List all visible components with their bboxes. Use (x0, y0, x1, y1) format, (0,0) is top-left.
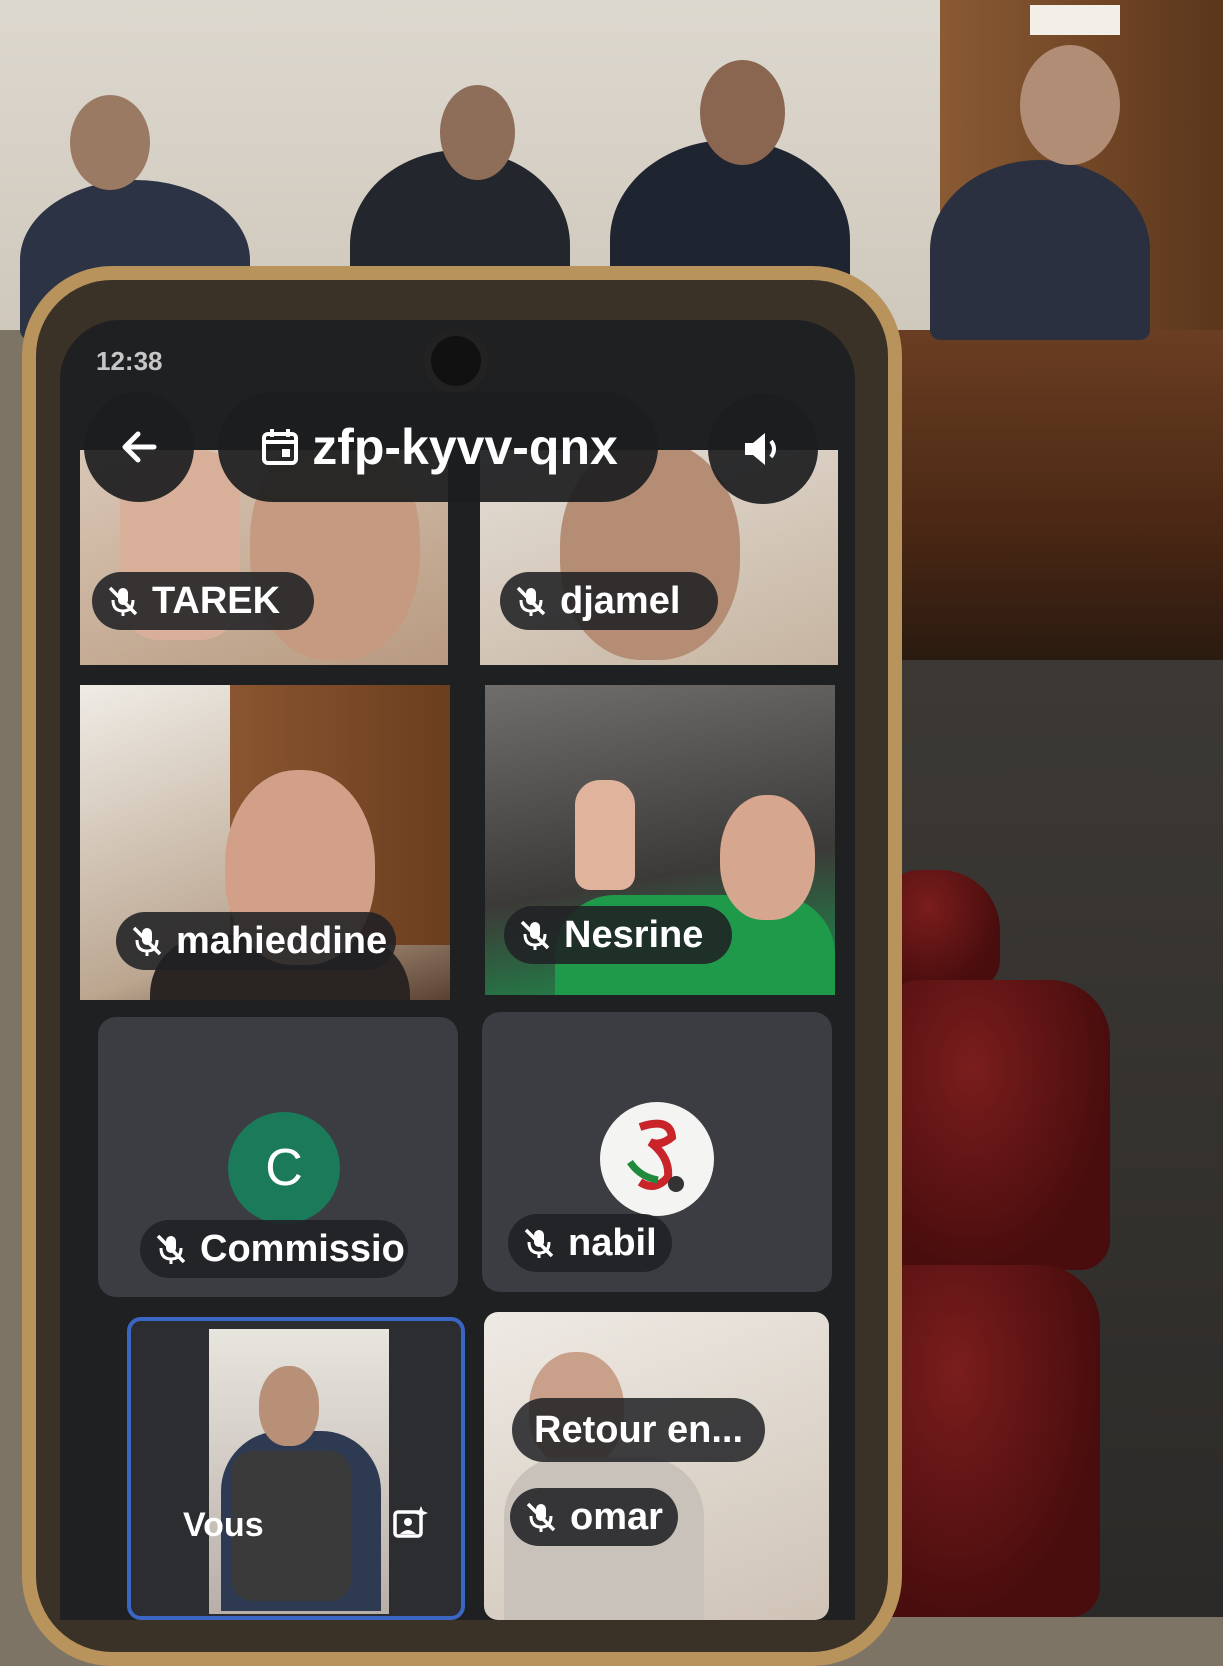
participant-name: mahieddine (176, 919, 388, 962)
self-tile[interactable]: Vous (127, 1317, 465, 1620)
meeting-table (860, 330, 1223, 660)
participant-name: omar (570, 1495, 663, 1538)
speaker-icon (745, 433, 776, 465)
back-button[interactable] (84, 392, 194, 502)
participant-name: Nesrine (564, 913, 704, 956)
participant-name: TAREK (152, 579, 281, 622)
meeting-code: zfp-kyvv-qnx (312, 419, 618, 475)
mic-off-icon (516, 586, 546, 616)
participant-name-pill: TAREK (92, 572, 314, 630)
participant-name-pill: nabil (508, 1214, 672, 1272)
mic-off-icon (524, 1228, 554, 1258)
front-camera (423, 328, 489, 394)
self-label: Vous (183, 1506, 264, 1544)
mic-off-icon (526, 1502, 556, 1532)
mic-off-icon (520, 920, 550, 950)
participant-tile[interactable] (484, 1312, 829, 1620)
participant-name: Commissio (200, 1227, 405, 1270)
participant-name-pill: mahieddine (116, 912, 396, 970)
participant-name-pill: djamel (500, 572, 718, 630)
meeting-code-button[interactable]: zfp-kyvv-qnx (218, 392, 658, 502)
return-toast[interactable]: Retour en... (512, 1398, 766, 1462)
effects-icon[interactable] (389, 1504, 429, 1549)
participant-avatar: C (228, 1112, 340, 1224)
mic-off-icon (156, 1234, 186, 1264)
participant-name: djamel (560, 579, 681, 622)
status-time: 12:38 (96, 346, 163, 376)
participant-name: nabil (568, 1221, 657, 1264)
participant-name-pill: Nesrine (504, 906, 732, 964)
participant-name-pill: omar (510, 1488, 678, 1546)
federation-logo (600, 1102, 714, 1216)
back-arrow-icon (122, 431, 157, 463)
mic-off-icon (132, 926, 162, 956)
calendar-icon (262, 429, 299, 465)
red-chair (880, 980, 1110, 1270)
speaker-button[interactable] (708, 394, 818, 504)
mic-off-icon (108, 586, 138, 616)
participant-name-pill: Commissio (140, 1220, 408, 1278)
